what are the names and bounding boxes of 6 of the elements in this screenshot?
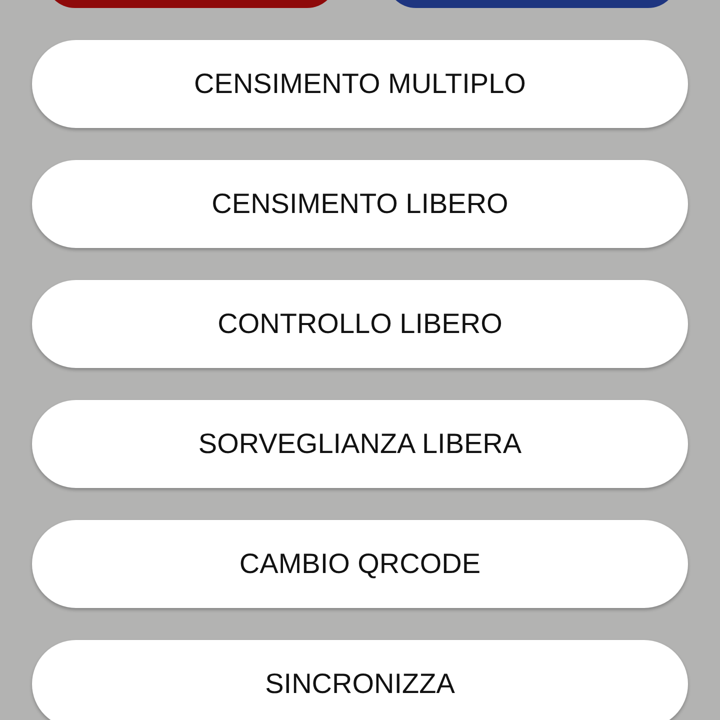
menu-button[interactable]: CENSIMENTO LIBERO	[32, 160, 688, 248]
menu-button[interactable]: CONTROLLO LIBERO	[32, 280, 688, 368]
menu-button[interactable]: CENSIMENTO MULTIPLO	[32, 40, 688, 128]
menu-button[interactable]: SORVEGLIANZA LIBERA	[32, 400, 688, 488]
menu-button[interactable]: SINCRONIZZA	[32, 640, 688, 720]
menu-button[interactable]: CAMBIO QRCODE	[32, 520, 688, 608]
